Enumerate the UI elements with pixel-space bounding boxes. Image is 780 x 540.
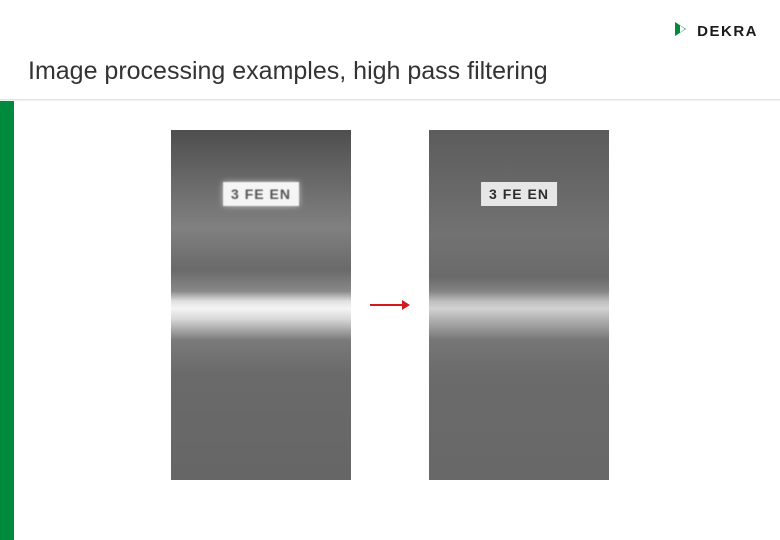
figure-row: 3 FE EN 3 FE EN: [0, 130, 780, 480]
header-divider: [0, 99, 780, 101]
brand-mark-icon: [673, 20, 691, 43]
image-after: 3 FE EN: [429, 130, 609, 480]
arrow-right-icon: [369, 297, 411, 313]
image-after-tag: 3 FE EN: [481, 182, 557, 206]
slide-title: Image processing examples, high pass fil…: [28, 57, 548, 86]
brand-logo: DEKRA: [673, 20, 758, 43]
image-before: 3 FE EN: [171, 130, 351, 480]
image-before-tag: 3 FE EN: [223, 182, 299, 206]
brand-name: DEKRA: [697, 23, 758, 40]
slide-header: DEKRA Image processing examples, high pa…: [0, 0, 780, 100]
